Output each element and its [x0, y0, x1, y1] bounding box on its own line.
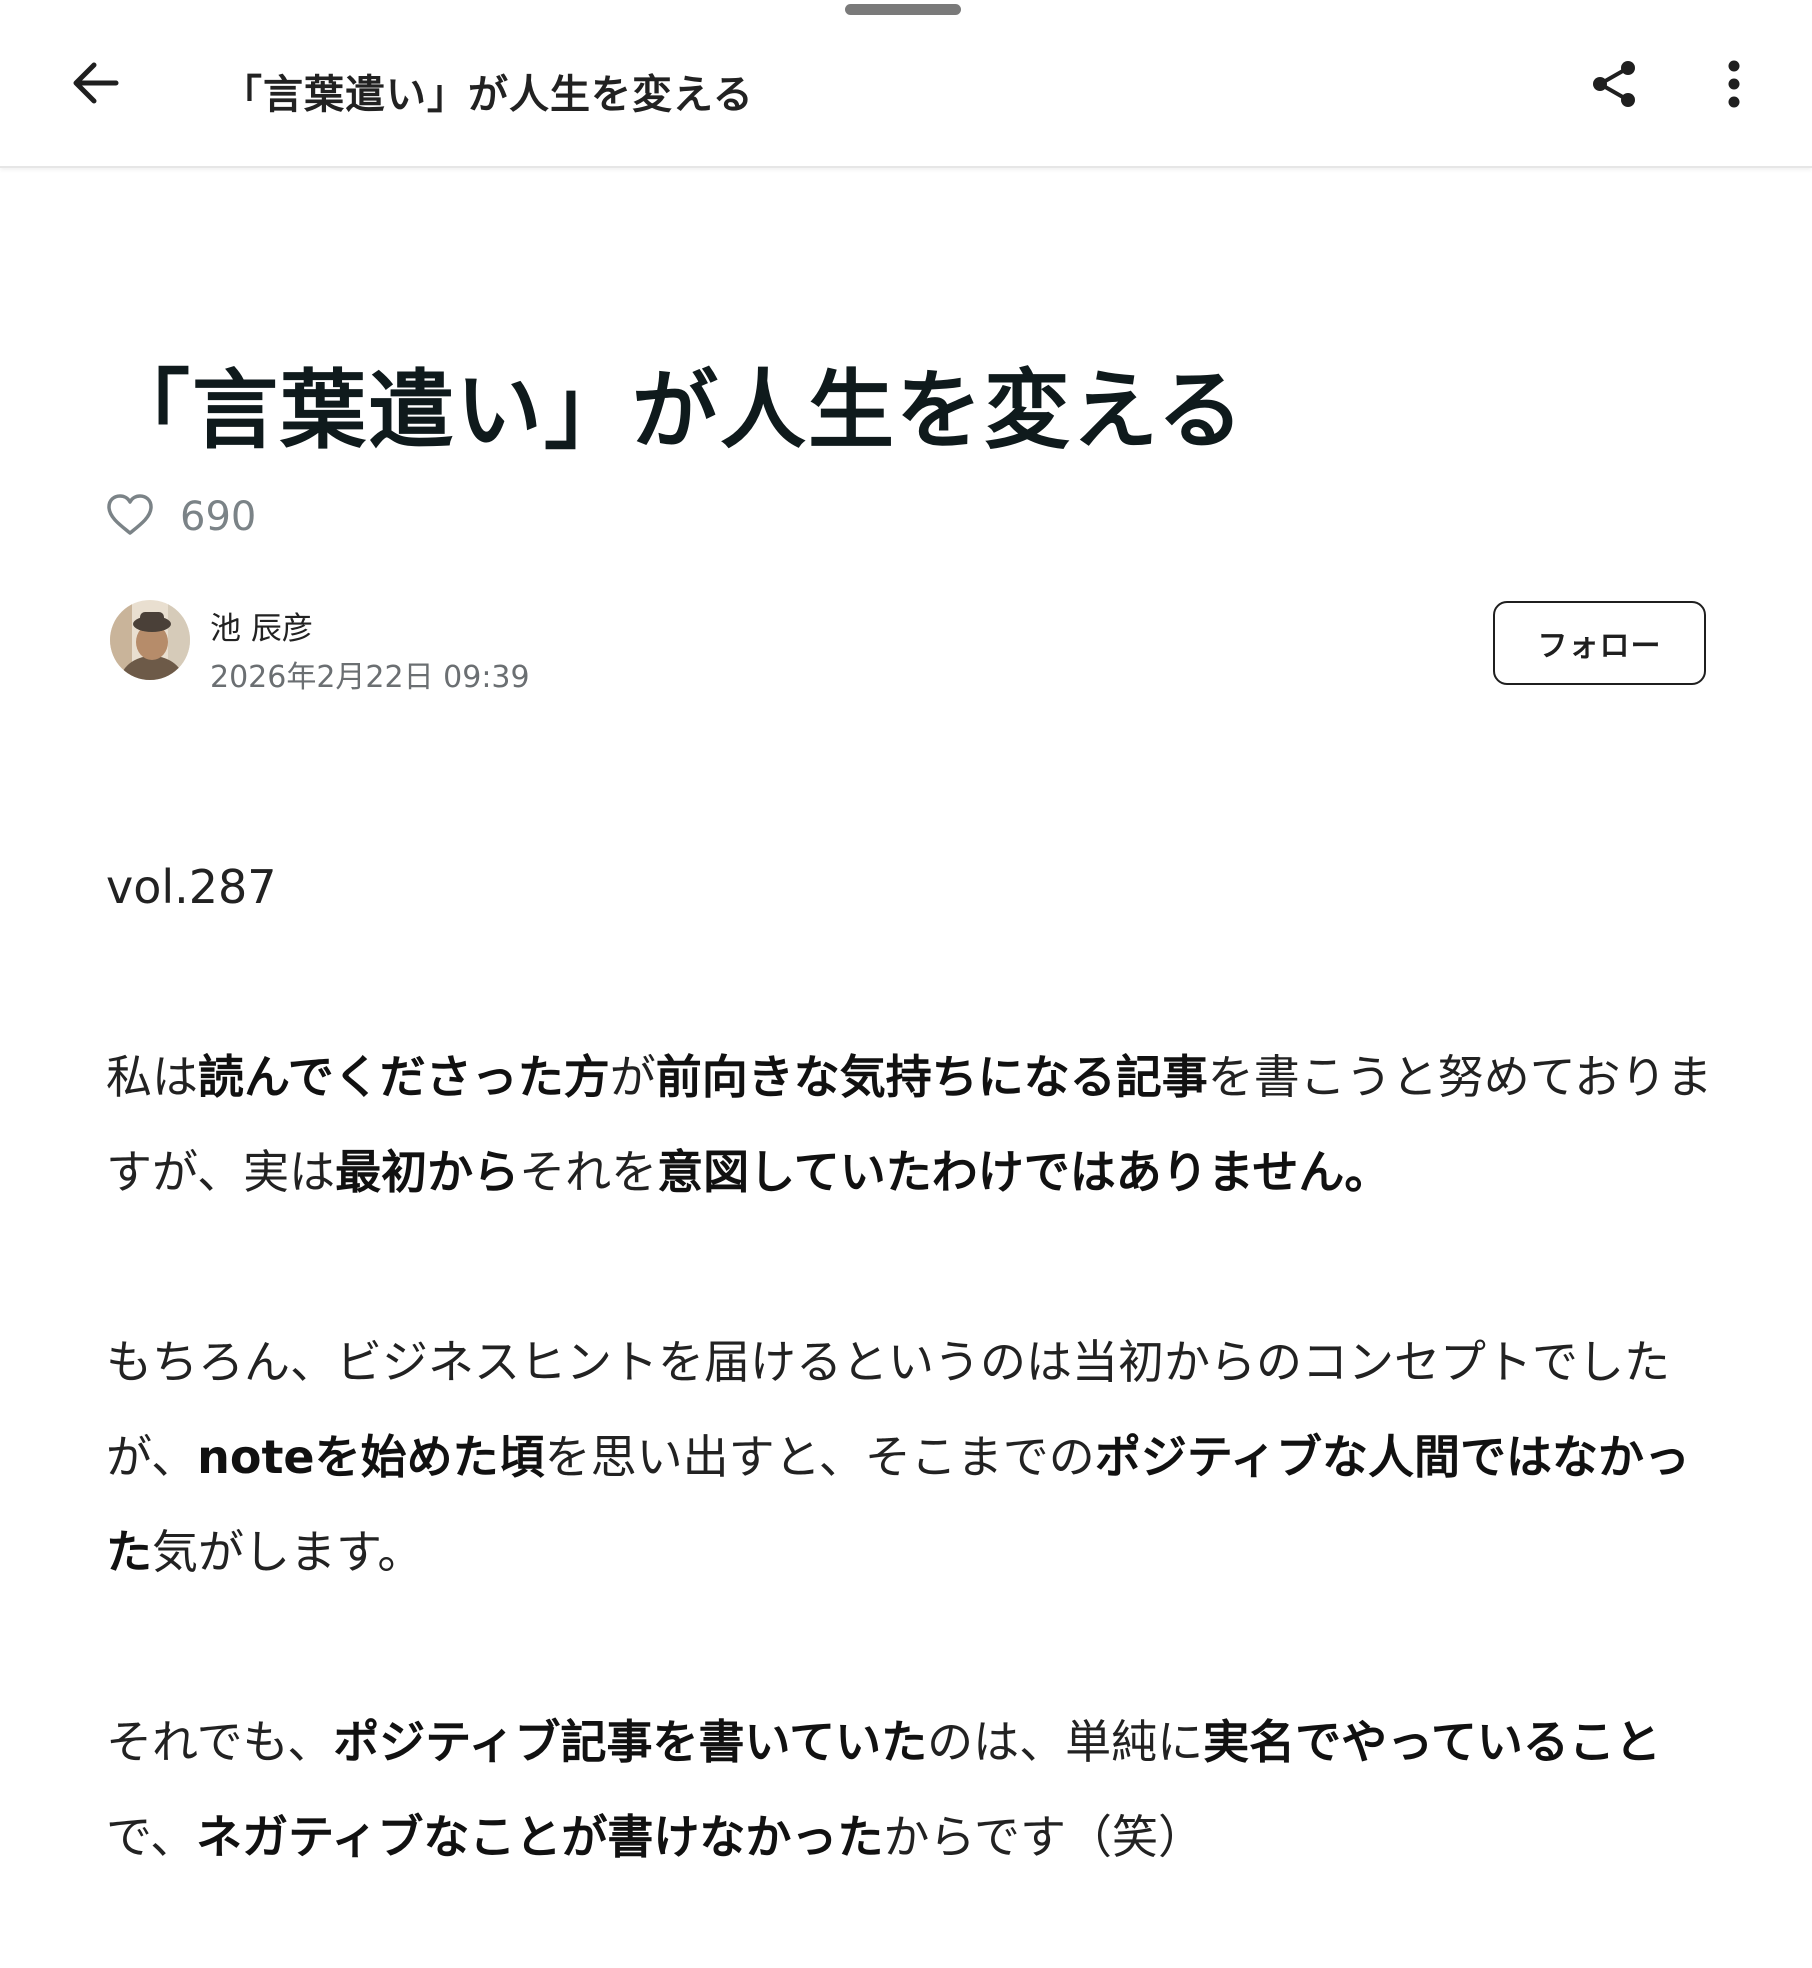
author-avatar[interactable] [110, 600, 190, 680]
bold-text-run: 前向きな気持ちになる記事 [655, 1050, 1208, 1104]
share-icon [1590, 59, 1638, 113]
follow-button[interactable]: フォロー [1493, 601, 1706, 685]
article-screen: 「言葉遣い」が人生を変える 「言葉遣い」が人生を変える 690 池 辰彦 202… [0, 0, 1812, 1968]
bold-text-run: 意図していたわけではありません。 [657, 1145, 1391, 1199]
text-run: 気がします。 [152, 1525, 424, 1579]
more-options-button[interactable] [1714, 58, 1754, 114]
more-vert-icon [1727, 60, 1741, 112]
bold-text-run: ネガティブなことが書けなかった [196, 1810, 884, 1864]
paragraph: それでも、ポジティブ記事を書いていたのは、単純に実名でやっていることで、ネガティ… [106, 1695, 1718, 1885]
text-run: それを [519, 1145, 658, 1199]
like-button[interactable]: 690 [106, 490, 256, 544]
article-body: vol.287 私は読んでくださった方が前向きな気持ちになる記事を書こうと努めて… [106, 840, 1718, 1968]
app-bar: 「言葉遣い」が人生を変える [0, 0, 1812, 168]
text-run: からです（笑） [883, 1810, 1205, 1864]
like-count: 690 [180, 494, 257, 540]
volume-label: vol.287 [106, 860, 277, 914]
bold-text-run: ポジティブ記事を書いていた [333, 1715, 928, 1769]
paragraph: もちろん、ビジネスヒントを届けるというのは当初からのコンセプトでしたが、note… [106, 1315, 1718, 1600]
bold-text-run: 最初から [335, 1145, 520, 1199]
paragraph: 私は読んでくださった方が前向きな気持ちになる記事を書こうと努めておりますが、実は… [106, 1030, 1718, 1220]
post-date: 2026年2月22日 09:39 [210, 660, 530, 695]
bold-text-run: 実名でやっていること [1203, 1715, 1661, 1769]
text-run: それでも、 [106, 1715, 334, 1769]
text-run: 私は [106, 1050, 198, 1104]
article-title: 「言葉遣い」が人生を変える [104, 361, 1246, 461]
text-run: のは、単純に [927, 1715, 1204, 1769]
app-bar-title: 「言葉遣い」が人生を変える [222, 72, 754, 118]
bold-text-run: 読んでくださった方 [198, 1050, 610, 1104]
arrow-left-icon [72, 61, 120, 109]
text-run: で、 [106, 1810, 197, 1864]
share-button[interactable] [1584, 58, 1644, 114]
author-name[interactable]: 池 辰彦 [210, 603, 313, 648]
text-run: を思い出すと、そこまでの [544, 1430, 1095, 1484]
back-button[interactable] [64, 58, 128, 112]
text-run: が [609, 1050, 656, 1104]
bold-text-run: noteを始めた頃 [197, 1430, 545, 1484]
heart-icon [106, 493, 154, 541]
